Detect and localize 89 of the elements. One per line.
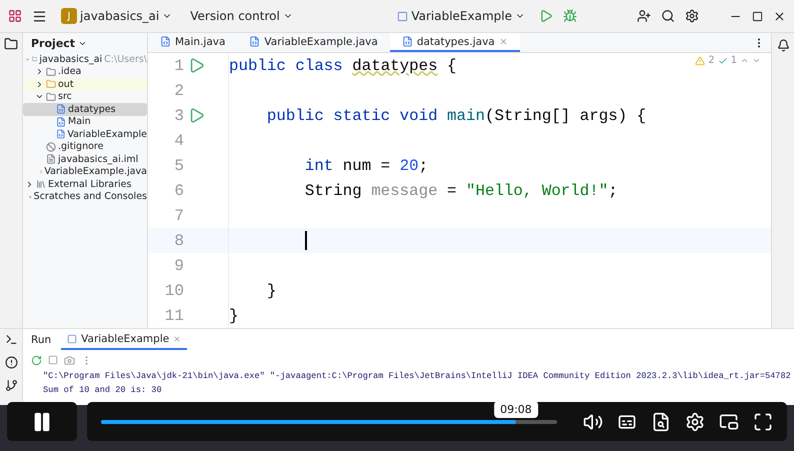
chevron-right-icon[interactable]	[35, 67, 44, 76]
code-line: public static void main(String[] args) {	[266, 106, 646, 124]
run-tab[interactable]: VariableExample	[61, 330, 188, 350]
tree-item-label[interactable]: External Libraries	[48, 178, 132, 190]
line-number: 1	[173, 56, 184, 74]
line-number: 5	[173, 156, 184, 174]
run-gutter-icon[interactable]	[188, 107, 205, 124]
transcript-icon[interactable]	[651, 412, 671, 432]
window-icon	[397, 10, 408, 22]
folder-icon	[46, 66, 56, 77]
run-gutter-icon[interactable]	[188, 57, 205, 74]
project-selector[interactable]: J javabasics_ai	[57, 6, 176, 26]
line-number: 9	[173, 256, 184, 274]
rerun-icon[interactable]	[31, 354, 42, 366]
terminal-icon[interactable]	[4, 333, 18, 346]
editor-tab[interactable]: Main.java	[148, 33, 238, 52]
fullscreen-icon[interactable]	[753, 412, 773, 432]
tree-item-label[interactable]: javabasics_ai	[39, 54, 102, 65]
tree-item-label[interactable]: VariableExample.java	[44, 166, 147, 178]
text-caret	[305, 231, 307, 250]
line-number: 8	[173, 232, 184, 250]
menu-icon[interactable]	[32, 8, 47, 24]
app-logo-icon	[8, 9, 22, 23]
stop-icon[interactable]	[48, 355, 58, 365]
window-icon	[67, 334, 78, 344]
folder-icon	[46, 79, 56, 90]
run-icon[interactable]	[539, 9, 553, 23]
class-file-icon	[249, 36, 260, 47]
version-control-menu[interactable]: Version control	[186, 7, 297, 25]
folder-icon[interactable]	[4, 37, 18, 51]
git-branch-icon[interactable]	[4, 379, 18, 392]
path-hint: C:\Users\	[104, 54, 147, 65]
line-number: 6	[173, 182, 184, 200]
tree-item-label[interactable]: javabasics_ai.iml	[58, 154, 138, 165]
tree-item-label[interactable]: VariableExample	[67, 128, 147, 140]
check-icon[interactable]	[718, 56, 728, 66]
tree-item-label[interactable]: .idea	[58, 66, 82, 78]
line-number: 10	[164, 282, 184, 300]
settings-icon[interactable]	[685, 9, 699, 23]
tab-label: Main.java	[175, 36, 226, 48]
time-tooltip: 09:08	[494, 400, 538, 418]
picture-in-picture-icon[interactable]	[719, 412, 739, 432]
folder-icon	[46, 92, 56, 102]
typo-count: 1	[730, 55, 737, 66]
configuration-name: VariableExample	[411, 9, 512, 23]
code-line: public class datatypes {	[229, 56, 457, 74]
line-number: 3	[173, 106, 184, 124]
warning-count: 2	[708, 55, 715, 66]
run-configuration[interactable]: VariableExample	[393, 7, 529, 25]
chevron-right-icon[interactable]	[35, 80, 44, 89]
line-number: 11	[164, 306, 184, 324]
line-number: 2	[173, 82, 184, 100]
project-name: javabasics_ai	[80, 9, 160, 23]
bug-icon[interactable]	[563, 9, 577, 23]
code-line: int num = 20;	[304, 156, 428, 174]
class-file-icon	[160, 36, 171, 47]
editor-tab[interactable]: VariableExample.java	[237, 33, 390, 52]
tree-item-label[interactable]: Scratches and Consoles	[34, 191, 147, 202]
notifications-icon[interactable]	[776, 39, 790, 52]
pause-button[interactable]	[7, 402, 77, 441]
line-number: 7	[173, 206, 184, 224]
tab-label: datatypes.java	[416, 36, 495, 48]
camera-icon[interactable]	[64, 354, 75, 366]
alert-icon[interactable]	[4, 356, 18, 369]
console-output: Sum of 10 and 20 is: 30	[42, 384, 163, 397]
close-icon[interactable]	[773, 10, 786, 22]
chevron-right-icon[interactable]	[25, 180, 34, 189]
tab-label: VariableExample	[81, 333, 170, 345]
code-line: }	[229, 306, 238, 324]
panel-title[interactable]: Project	[31, 36, 76, 50]
tab-label: VariableExample.java	[264, 36, 378, 48]
editor-tab[interactable]: datatypes.java	[390, 33, 520, 52]
user-plus-icon[interactable]	[637, 9, 651, 23]
chevron-up-icon[interactable]	[740, 56, 749, 65]
menu-label: Version control	[190, 9, 280, 23]
tree-item-label[interactable]: src	[58, 91, 72, 102]
code-line: }	[266, 282, 276, 300]
console-output: "C:\Program Files\Java\jdk-21\bin\java.exe" "-javaagent:C:\Program Files\JetBrains\IntelliJ IDEA Community Edition 2023.2.3\lib\idea_rt.jar=54782	[42, 370, 792, 383]
tree-item-label[interactable]: Main	[68, 116, 91, 128]
line-number: 4	[173, 132, 184, 150]
search-icon[interactable]	[661, 9, 675, 23]
class-file-icon	[402, 36, 413, 47]
project-badge: J	[61, 8, 77, 24]
maximize-icon[interactable]	[752, 10, 763, 22]
code-line: String message = "Hello, World!";	[304, 182, 618, 200]
tree-item-label[interactable]: out	[58, 78, 74, 90]
volume-icon[interactable]	[583, 412, 603, 432]
panel-title: Run	[31, 334, 52, 346]
tree-item-label[interactable]: .gitignore	[58, 141, 104, 152]
